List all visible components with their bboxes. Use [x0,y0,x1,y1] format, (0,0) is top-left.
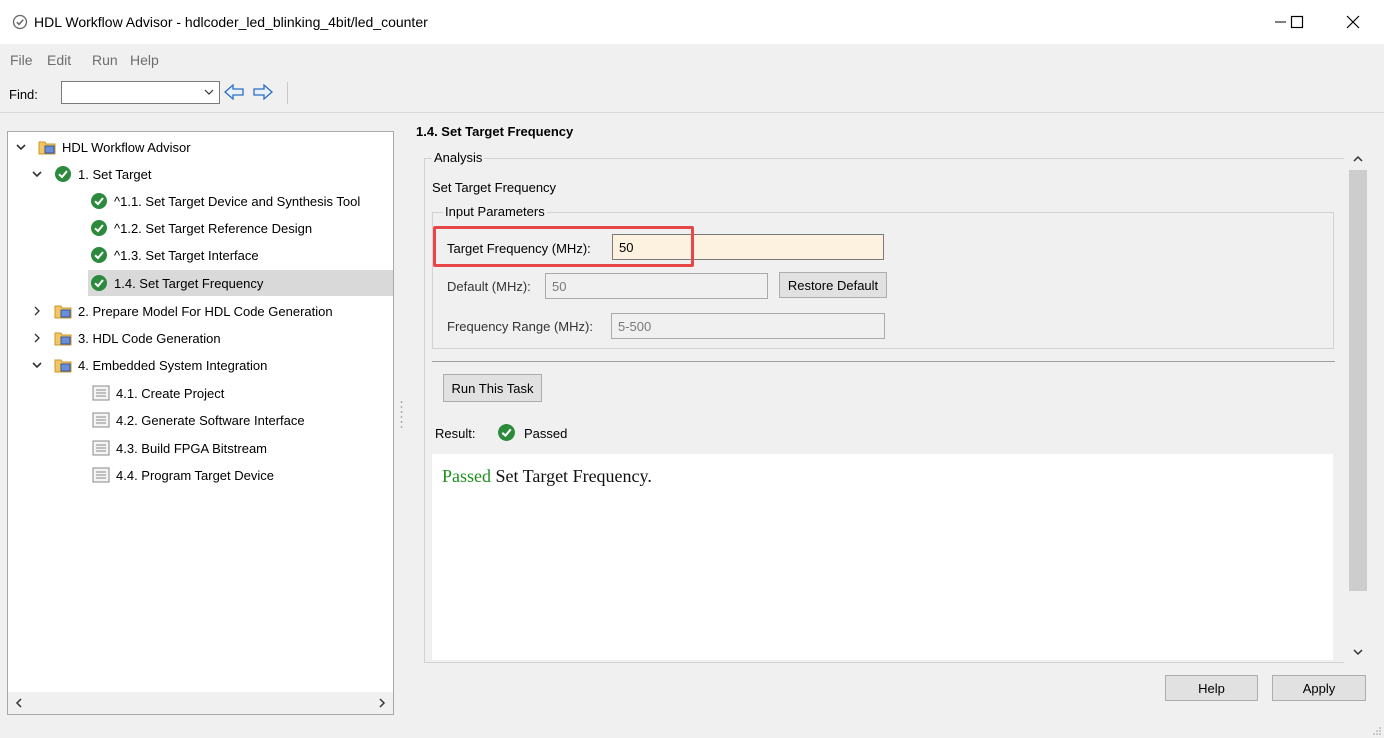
find-toolbar: Find: [0,79,1384,107]
scroll-right-icon[interactable] [375,696,389,710]
check-icon [55,166,71,182]
default-frequency-label: Default (MHz): [447,279,531,294]
horizontal-scrollbar[interactable] [8,692,393,714]
menu-file[interactable]: File [10,52,33,68]
tree-item-label: 4.3. Build FPGA Bitstream [116,440,268,456]
tree-item-label: 3. HDL Code Generation [78,330,221,346]
close-icon [1346,15,1360,29]
section-label: Set Target Frequency [432,180,557,195]
tree-item-label: ^1.2. Set Target Reference Design [114,220,313,236]
task-icon [92,440,110,456]
maximize-button[interactable] [1274,0,1320,44]
result-message-text: Set Target Frequency. [491,466,652,486]
highlight-annotation [433,226,694,267]
apply-button[interactable]: Apply [1272,675,1366,701]
analysis-legend: Analysis [432,150,485,165]
task-icon [92,412,110,428]
back-arrow-icon[interactable] [223,83,245,101]
tree-root-label: HDL Workflow Advisor [62,139,191,155]
frequency-range-field: 5-500 [611,313,885,339]
folder-icon [38,141,56,155]
tree-item-prepare-model[interactable]: 2. Prepare Model For HDL Code Generation [8,298,393,324]
task-icon [92,467,110,483]
folder-icon [54,332,72,346]
tree-item-label: 4.4. Program Target Device [116,467,274,483]
tree-item-label: 1.4. Set Target Frequency [114,275,264,291]
chevron-down-icon[interactable] [14,140,28,154]
scroll-down-icon[interactable] [1351,645,1365,659]
default-frequency-field: 50 [545,273,768,299]
toolbar-separator [287,82,288,104]
result-message-status: Passed [442,466,491,486]
tree-item-label: 4.2. Generate Software Interface [116,412,305,428]
find-input[interactable] [61,81,220,104]
folder-icon [54,305,72,319]
forward-arrow-icon[interactable] [252,83,274,101]
divider [432,361,1335,362]
check-icon [91,275,107,291]
tree-item-4-3[interactable]: 4.3. Build FPGA Bitstream [8,435,393,461]
result-label: Result: [435,426,476,441]
tree-item-set-target[interactable]: 1. Set Target [8,161,393,187]
tree-item-label: ^1.3. Set Target Interface [114,247,259,263]
scroll-up-icon[interactable] [1351,152,1365,166]
app-icon [12,14,28,30]
check-icon [498,424,515,441]
tree-item-label: 2. Prepare Model For HDL Code Generation [78,303,333,319]
tree-item-1-2[interactable]: ^1.2. Set Target Reference Design [8,215,393,241]
folder-icon [54,359,72,373]
menu-bar: File Edit Run Help [0,52,1384,74]
restore-default-button[interactable]: Restore Default [779,272,887,298]
tree-item-1-1[interactable]: ^1.1. Set Target Device and Synthesis To… [8,188,393,214]
run-task-button[interactable]: Run This Task [443,374,542,402]
tree-item-label: ^1.1. Set Target Device and Synthesis To… [114,193,361,209]
menu-help[interactable]: Help [130,52,159,68]
frequency-range-label: Frequency Range (MHz): [447,319,593,334]
tree-item-1-3[interactable]: ^1.3. Set Target Interface [8,242,393,268]
scrollbar-thumb[interactable] [1349,170,1367,591]
result-status: Passed [524,426,568,441]
resize-grip-icon[interactable] [1372,726,1382,736]
menu-run[interactable]: Run [92,52,118,68]
task-icon [92,385,110,401]
tree-item-4-4[interactable]: 4.4. Program Target Device [8,462,393,488]
result-message: Passed Set Target Frequency. [442,466,652,487]
tree-item-4-2[interactable]: 4.2. Generate Software Interface [8,407,393,433]
check-icon [91,193,107,209]
tree-item-1-4[interactable]: 1.4. Set Target Frequency [88,270,393,296]
window-title: HDL Workflow Advisor - hdlcoder_led_blin… [34,14,428,30]
tree-item-label: 1. Set Target [78,166,152,182]
tree-item-4-1[interactable]: 4.1. Create Project [8,380,393,406]
maximize-icon [1290,15,1304,29]
chevron-down-icon[interactable] [203,86,215,98]
tree-item-code-generation[interactable]: 3. HDL Code Generation [8,325,393,351]
close-button[interactable] [1330,0,1376,44]
menu-edit[interactable]: Edit [47,52,71,68]
tree-item-label: 4.1. Create Project [116,385,225,401]
tree-item-label: 4. Embedded System Integration [78,357,268,373]
help-button[interactable]: Help [1165,675,1258,701]
check-icon [91,220,107,236]
splitter-grip-icon[interactable] [400,400,403,428]
vertical-scrollbar[interactable] [1346,146,1370,665]
scroll-left-icon[interactable] [12,696,26,710]
result-output: Passed Set Target Frequency. [432,454,1333,660]
page-title: 1.4. Set Target Frequency [416,124,574,139]
title-bar: HDL Workflow Advisor - hdlcoder_led_blin… [0,0,1384,44]
find-label: Find: [9,87,38,102]
tree-item-embedded-system[interactable]: 4. Embedded System Integration [8,352,393,378]
input-parameters-legend: Input Parameters [443,204,547,219]
divider [0,112,1384,113]
chevron-down-icon[interactable] [30,167,44,181]
chevron-right-icon[interactable] [30,304,44,318]
chevron-down-icon[interactable] [30,358,44,372]
task-tree: HDL Workflow Advisor 1. Set Target ^1.1.… [7,131,394,715]
check-icon [91,247,107,263]
tree-root[interactable]: HDL Workflow Advisor [8,134,393,160]
chevron-right-icon[interactable] [30,331,44,345]
